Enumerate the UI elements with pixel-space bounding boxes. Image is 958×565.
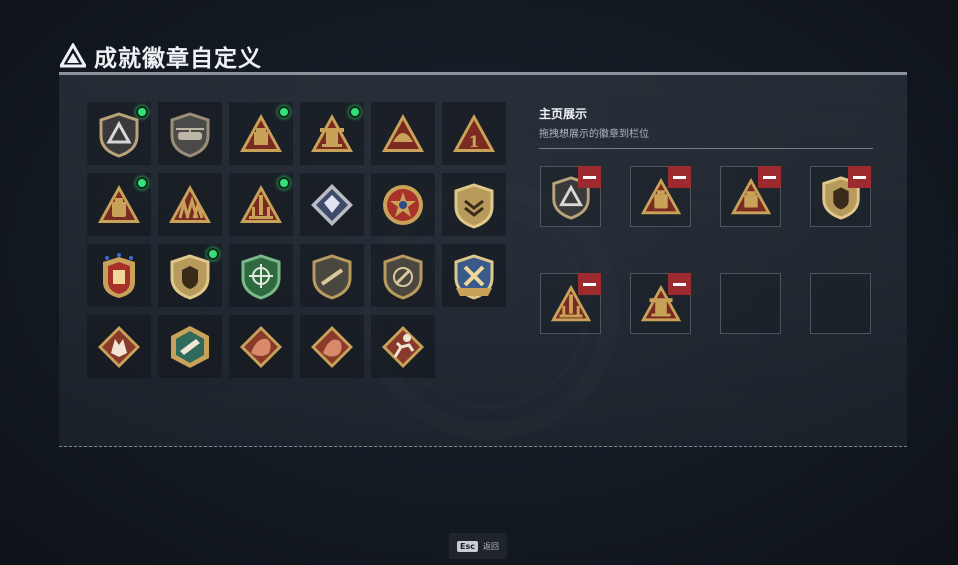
badge-slot-crystal-diamond-badge[interactable] — [300, 173, 364, 236]
minus-icon — [583, 175, 596, 179]
shield-delta-badge-icon — [99, 111, 139, 158]
badge-slot-helmet-triangle-badge[interactable] — [371, 102, 435, 165]
backpack-triangle-badge-icon — [98, 184, 140, 223]
back-button[interactable]: Esc 返回 — [449, 533, 507, 559]
runner-diamond-badge-icon — [382, 325, 424, 368]
badge-slot-soldiers-triangle-badge[interactable] — [158, 173, 222, 236]
helmet-triangle-badge-icon — [382, 113, 424, 152]
showcase-slot-grid — [540, 166, 871, 334]
minus-icon — [853, 175, 866, 179]
showcase-slot-empty[interactable] — [810, 273, 871, 334]
badge-slot-wrench-shield-badge[interactable] — [442, 244, 506, 307]
badge-collection-grid: 1 — [87, 102, 506, 378]
minus-icon — [673, 282, 686, 286]
new-indicator-dot — [136, 106, 148, 118]
remove-badge-button[interactable] — [578, 273, 601, 295]
badge-slot-beast-diamond-badge[interactable] — [300, 315, 364, 378]
soldiers-triangle-badge-icon — [169, 184, 211, 223]
badge-slot-crate-triangle-badge[interactable] — [229, 102, 293, 165]
badge-slot-star-medal-badge[interactable] — [371, 173, 435, 236]
turret-triangle-badge-icon — [311, 113, 353, 152]
showcase-slot-turret-triangle-badge[interactable] — [630, 273, 691, 334]
crate-triangle-badge-icon — [240, 113, 282, 152]
new-indicator-dot — [349, 106, 361, 118]
crystal-diamond-badge-icon — [311, 183, 353, 226]
badge-slot-green-crosshair-badge[interactable] — [229, 244, 293, 307]
badge-slot-gun-hexagon-badge[interactable] — [158, 315, 222, 378]
showcase-title: 主页展示 — [539, 107, 588, 121]
new-indicator-dot — [278, 177, 290, 189]
badge-slot-shield-delta-badge[interactable] — [87, 102, 151, 165]
rocket-triangle-badge-icon — [240, 184, 282, 223]
new-indicator-dot — [207, 248, 219, 260]
wrench-shield-badge-icon — [454, 253, 494, 300]
minus-icon — [763, 175, 776, 179]
beast-diamond-badge-icon — [311, 325, 353, 368]
badge-slot-turret-triangle-badge[interactable] — [300, 102, 364, 165]
number-one-triangle-badge-icon: 1 — [453, 113, 495, 152]
rifle-shield-badge-icon — [312, 253, 352, 300]
new-indicator-dot — [278, 106, 290, 118]
badge-slot-runner-diamond-badge[interactable] — [371, 315, 435, 378]
badge-slot-armor-shield-badge[interactable] — [158, 244, 222, 307]
badge-slot-number-one-triangle-badge[interactable]: 1 — [442, 102, 506, 165]
badge-slot-wolf-diamond-badge[interactable] — [87, 315, 151, 378]
new-indicator-dot — [136, 177, 148, 189]
remove-badge-button[interactable] — [758, 166, 781, 188]
svg-text:1: 1 — [468, 132, 479, 151]
star-medal-badge-icon — [383, 184, 423, 225]
page-header: 成就徽章自定义 — [60, 40, 262, 72]
gun-hexagon-badge-icon — [171, 325, 209, 368]
badge-slot-helicopter-badge[interactable] — [158, 102, 222, 165]
badge-slot-backpack-triangle-badge[interactable] — [87, 173, 151, 236]
remove-badge-button[interactable] — [578, 166, 601, 188]
esc-key-icon: Esc — [457, 540, 478, 552]
showcase-slot-crate-triangle-badge[interactable] — [720, 166, 781, 227]
remove-badge-button[interactable] — [668, 273, 691, 295]
remove-badge-button[interactable] — [848, 166, 871, 188]
showcase-slot-rocket-triangle-badge[interactable] — [540, 273, 601, 334]
no-gun-shield-badge-icon — [383, 253, 423, 300]
showcase-subtitle: 拖拽想展示的徽章到栏位 — [539, 129, 649, 140]
remove-badge-button[interactable] — [668, 166, 691, 188]
back-label: 返回 — [482, 541, 499, 551]
minus-icon — [583, 282, 596, 286]
showcase-slot-empty[interactable] — [720, 273, 781, 334]
badge-slot-rifle-shield-badge[interactable] — [300, 244, 364, 307]
badge-panel: 1 主页展示 拖拽想展示的徽章到栏位 — [59, 72, 907, 447]
chevron-shield-badge-icon — [454, 182, 494, 229]
showcase-slot-shield-delta-badge[interactable] — [540, 166, 601, 227]
showcase-header: 主页展示 拖拽想展示的徽章到栏位 — [539, 105, 873, 149]
minus-icon — [673, 175, 686, 179]
badge-slot-chevron-shield-badge[interactable] — [442, 173, 506, 236]
badge-slot-eagle-crest-badge[interactable] — [87, 244, 151, 307]
dragon-diamond-badge-icon — [240, 325, 282, 368]
showcase-slot-armor-shield-badge[interactable] — [810, 166, 871, 227]
badge-slot-dragon-diamond-badge[interactable] — [229, 315, 293, 378]
green-crosshair-badge-icon — [241, 253, 281, 300]
wolf-diamond-badge-icon — [98, 325, 140, 368]
triangle-logo-icon — [60, 43, 86, 68]
helicopter-badge-icon — [170, 111, 210, 158]
badge-slot-rocket-triangle-badge[interactable] — [229, 173, 293, 236]
showcase-slot-backpack-triangle-badge[interactable] — [630, 166, 691, 227]
showcase-divider — [539, 148, 873, 149]
armor-shield-badge-icon — [170, 253, 210, 300]
page-title: 成就徽章自定义 — [94, 46, 262, 72]
badge-slot-no-gun-shield-badge[interactable] — [371, 244, 435, 307]
eagle-crest-badge-icon — [103, 252, 135, 298]
